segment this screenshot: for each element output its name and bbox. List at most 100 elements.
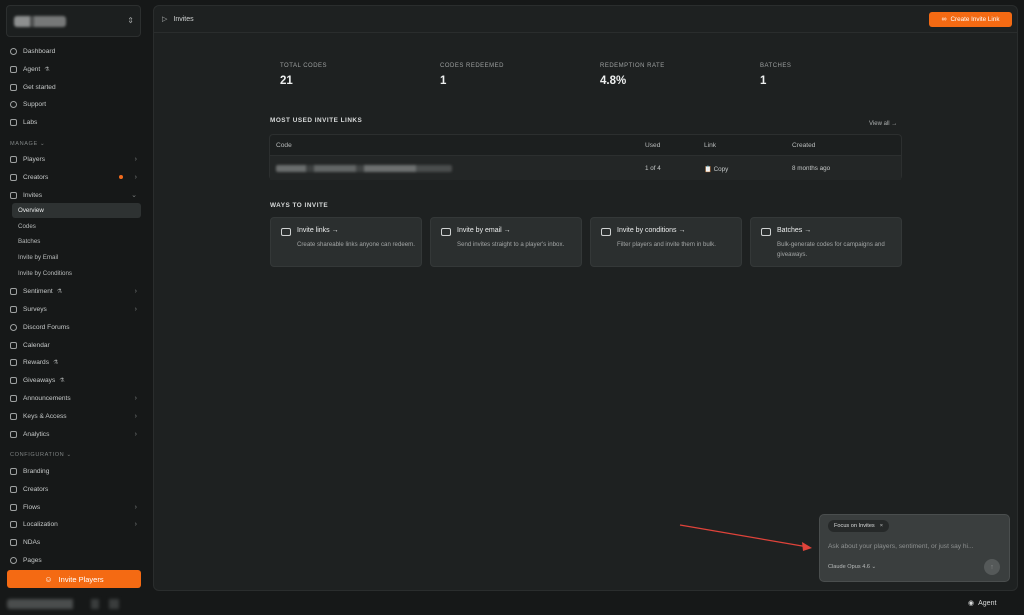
creators-icon bbox=[10, 173, 17, 181]
sidebar-item-label: Announcements bbox=[23, 394, 71, 402]
section-manage[interactable]: MANAGE ⌄ bbox=[10, 141, 45, 147]
create-invite-link-button[interactable]: ∞ Create Invite Link bbox=[929, 12, 1012, 27]
sidebar-item-agent[interactable]: Agent ⚗ bbox=[10, 62, 141, 76]
sidebar-item-calendar[interactable]: Calendar bbox=[10, 338, 141, 352]
sidebar-item-invites[interactable]: Invites ⌄ bbox=[10, 188, 141, 202]
agent-toggle[interactable]: ◉ Agent bbox=[968, 599, 997, 608]
sidebar-item-keys-access[interactable]: Keys & Access › bbox=[10, 409, 141, 423]
sidebar-item-support[interactable]: Support bbox=[10, 97, 141, 111]
stat-total-codes: TOTAL CODES 21 bbox=[280, 63, 327, 87]
card-desc: Create shareable links anyone can redeem… bbox=[297, 241, 415, 248]
sidebar-item-pages[interactable]: Pages bbox=[10, 553, 141, 567]
code-redacted bbox=[276, 165, 452, 172]
sidebar-item-label: Labs bbox=[23, 118, 38, 126]
sidebar-item-label: Pages bbox=[23, 556, 42, 564]
beta-flask-icon: ⚗ bbox=[53, 359, 59, 366]
share-icon: ∞ bbox=[941, 16, 947, 23]
sidebar-item-label: Agent bbox=[23, 65, 41, 73]
beta-flask-icon: ⚗ bbox=[44, 66, 50, 73]
card-invite-links[interactable]: Invite links → Create shareable links an… bbox=[270, 217, 422, 267]
stat-value: 1 bbox=[760, 75, 767, 87]
flows-icon bbox=[10, 503, 17, 511]
chevron-right-icon: › bbox=[134, 412, 137, 420]
card-title: Invite links → bbox=[297, 227, 339, 234]
agent-icon bbox=[10, 65, 17, 73]
sidebar-item-discord-forums[interactable]: Discord Forums bbox=[10, 320, 141, 334]
sidebar-item-sentiment[interactable]: Sentiment ⚗ › bbox=[10, 284, 141, 298]
sidebar-item-flows[interactable]: Flows › bbox=[10, 500, 141, 514]
stat-label: REDEMPTION RATE bbox=[600, 63, 665, 69]
box-icon bbox=[761, 228, 771, 236]
sidebar-item-label: Flows bbox=[23, 503, 41, 511]
card-invite-by-email[interactable]: Invite by email → Send invites straight … bbox=[430, 217, 582, 267]
sidebar-subitem-invite-by-conditions[interactable]: Invite by Conditions bbox=[12, 266, 141, 281]
view-all-link[interactable]: View all → bbox=[869, 121, 897, 127]
sidebar-subitem-codes[interactable]: Codes bbox=[12, 219, 141, 234]
stat-label: CODES REDEEMED bbox=[440, 63, 505, 69]
sidebar-item-label: Get started bbox=[23, 83, 56, 91]
user-account-redacted[interactable] bbox=[7, 599, 137, 609]
column-used: Used bbox=[645, 142, 661, 149]
sidebar-item-localization[interactable]: Localization › bbox=[10, 517, 141, 531]
brush-icon bbox=[10, 467, 17, 475]
gift-icon bbox=[10, 376, 17, 384]
sidebar-item-label: Invites bbox=[23, 191, 43, 199]
sidebar-item-giveaways[interactable]: Giveaways ⚗ bbox=[10, 373, 141, 387]
stat-value: 21 bbox=[280, 75, 293, 87]
agent-chat-widget: Focus on Invites × Ask about your player… bbox=[819, 514, 1010, 582]
flask-icon bbox=[10, 118, 17, 126]
card-title: Invite by email → bbox=[457, 227, 511, 234]
sidebar-item-label: Creators bbox=[23, 485, 49, 493]
sidebar-item-analytics[interactable]: Analytics › bbox=[10, 427, 141, 441]
sidebar: ⇕ Dashboard Agent ⚗ Get started Support … bbox=[0, 0, 150, 615]
ways-title: WAYS TO INVITE bbox=[270, 202, 329, 209]
section-label: CONFIGURATION bbox=[10, 452, 65, 458]
sidebar-item-rewards[interactable]: Rewards ⚗ bbox=[10, 355, 141, 369]
sidebar-item-get-started[interactable]: Get started bbox=[10, 80, 141, 94]
column-created: Created bbox=[792, 142, 816, 149]
section-configuration[interactable]: CONFIGURATION ⌄ bbox=[10, 452, 72, 458]
sidebar-item-labs[interactable]: Labs bbox=[10, 115, 141, 129]
chevron-down-icon: ⌄ bbox=[131, 192, 137, 199]
sidebar-item-label: Analytics bbox=[23, 430, 50, 438]
table-row[interactable]: 1 of 4 📋 Copy 8 months ago bbox=[270, 156, 901, 180]
sidebar-item-label: NDAs bbox=[23, 538, 41, 546]
sidebar-subitem-batches[interactable]: Batches bbox=[12, 234, 141, 249]
send-icon bbox=[10, 191, 17, 199]
sidebar-item-config-creators[interactable]: Creators bbox=[10, 482, 141, 496]
chevron-right-icon: › bbox=[134, 173, 137, 181]
stat-label: TOTAL CODES bbox=[280, 63, 328, 69]
card-desc: Bulk-generate codes for campaigns and gi… bbox=[777, 241, 885, 258]
clipboard-icon: 📋 bbox=[704, 166, 712, 173]
rocket-icon bbox=[10, 83, 17, 91]
sidebar-item-ndas[interactable]: NDAs bbox=[10, 535, 141, 549]
sidebar-item-creators[interactable]: Creators › bbox=[10, 170, 141, 184]
sidebar-item-label: Giveaways bbox=[23, 376, 56, 384]
rewards-icon bbox=[10, 358, 17, 366]
players-icon bbox=[10, 155, 17, 163]
card-batches[interactable]: Batches → Bulk-generate codes for campai… bbox=[750, 217, 902, 267]
sidebar-item-branding[interactable]: Branding bbox=[10, 464, 141, 478]
sidebar-subitem-invite-by-email[interactable]: Invite by Email bbox=[12, 250, 141, 265]
sidebar-subitem-overview[interactable]: Overview bbox=[12, 203, 141, 218]
copy-link-button[interactable]: 📋 Copy bbox=[704, 165, 728, 173]
card-invite-by-conditions[interactable]: Invite by conditions → Filter players an… bbox=[590, 217, 742, 267]
sidebar-item-players[interactable]: Players › bbox=[10, 152, 141, 166]
workspace-switcher[interactable]: ⇕ bbox=[6, 5, 141, 37]
sidebar-item-label: Support bbox=[23, 100, 47, 108]
sidebar-item-announcements[interactable]: Announcements › bbox=[10, 391, 141, 405]
sidebar-item-surveys[interactable]: Surveys › bbox=[10, 302, 141, 316]
key-icon bbox=[10, 412, 17, 420]
main-panel: ▷ Invites ∞ Create Invite Link TOTAL COD… bbox=[153, 5, 1018, 591]
created-date: 8 months ago bbox=[792, 165, 831, 172]
sidebar-item-dashboard[interactable]: Dashboard bbox=[10, 44, 141, 58]
send-button[interactable]: ↑ bbox=[984, 559, 1000, 575]
close-icon[interactable]: × bbox=[880, 523, 883, 529]
model-selector[interactable]: Claude Opus 4.6 ⌄ bbox=[828, 564, 876, 570]
context-chip[interactable]: Focus on Invites × bbox=[828, 520, 890, 532]
invite-players-button[interactable]: ☺ Invite Players bbox=[7, 570, 141, 588]
agent-label: Agent bbox=[978, 599, 997, 607]
page-header: ▷ Invites ∞ Create Invite Link bbox=[154, 6, 1017, 33]
chevron-right-icon: › bbox=[134, 520, 137, 528]
chat-input[interactable]: Ask about your players, sentiment, or ju… bbox=[828, 543, 974, 550]
